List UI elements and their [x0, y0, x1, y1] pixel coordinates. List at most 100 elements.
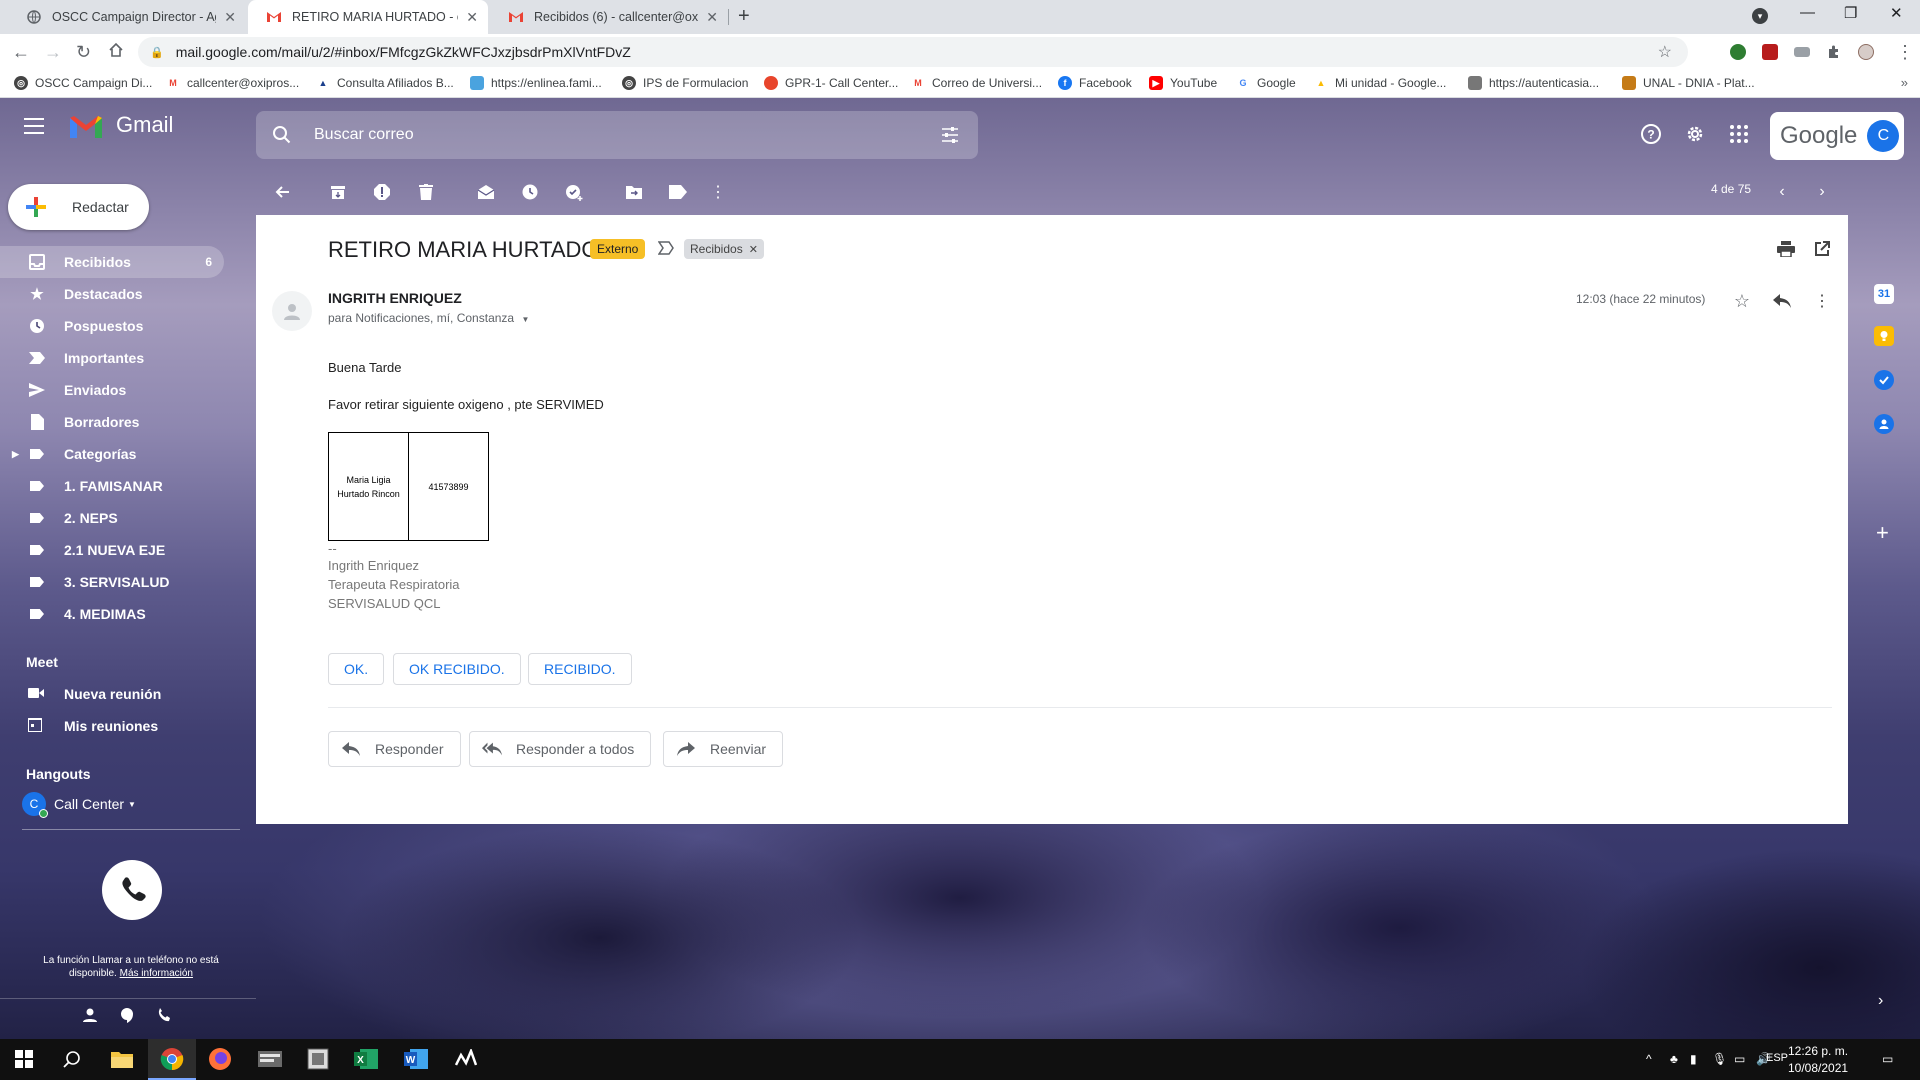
meet-new-meeting[interactable]: Nueva reunión [0, 680, 161, 708]
search-icon[interactable] [60, 1047, 84, 1071]
forward-button[interactable]: → [44, 42, 62, 63]
settings-gear-icon[interactable] [1684, 123, 1706, 145]
bookmark-star-icon[interactable]: ☆ [1658, 42, 1672, 62]
sender-avatar[interactable] [272, 291, 312, 331]
reply-button[interactable]: Responder [328, 731, 461, 767]
archive-icon[interactable] [328, 182, 348, 202]
smart-reply-ok-recibido[interactable]: OK RECIBIDO. [393, 653, 521, 685]
browser-tab-recibidos[interactable]: Recibidos (6) - callcenter@oxipro ✕ [490, 0, 728, 34]
smart-reply-recibido[interactable]: RECIBIDO. [528, 653, 632, 685]
inbox-label-chip[interactable]: Recibidos ✕ [684, 239, 764, 259]
reply-icon[interactable] [1772, 291, 1792, 311]
nav-inbox[interactable]: Recibidos 6 [0, 246, 224, 278]
search-options-icon[interactable] [940, 125, 960, 145]
close-icon[interactable]: ✕ [466, 9, 478, 26]
main-menu-icon[interactable] [24, 118, 44, 134]
smart-reply-ok[interactable]: OK. [328, 653, 385, 685]
sender-name[interactable]: INGRITH ENRIQUEZ [328, 290, 462, 306]
expand-panel-icon[interactable]: › [1878, 992, 1883, 1010]
nav-important[interactable]: Importantes [0, 342, 224, 374]
bookmark[interactable]: UNAL - DNIA - Plat... [1622, 76, 1755, 90]
bookmark[interactable]: ◎ OSCC Campaign Di... [14, 76, 152, 90]
more-actions-icon[interactable]: ⋮ [708, 182, 728, 202]
tasks-icon[interactable] [1874, 370, 1894, 390]
home-button[interactable] [108, 42, 124, 63]
extension-icon[interactable] [1730, 44, 1746, 60]
search-bar[interactable]: Buscar correo [256, 111, 978, 159]
report-spam-icon[interactable] [372, 182, 392, 202]
excel-icon[interactable]: X [354, 1047, 378, 1071]
chevron-down-icon[interactable]: ▼ [521, 315, 529, 324]
more-bookmarks-icon[interactable]: » [1901, 75, 1908, 90]
more-options-icon[interactable]: ⋮ [1812, 291, 1832, 311]
bookmark[interactable]: f Facebook [1058, 76, 1132, 90]
person-icon[interactable] [82, 1007, 98, 1023]
close-window-button[interactable]: ✕ [1890, 4, 1903, 22]
profile-avatar[interactable] [1858, 44, 1874, 60]
back-to-inbox-icon[interactable] [272, 182, 292, 202]
bookmark[interactable]: M Correo de Universi... [911, 76, 1042, 90]
show-hidden-icons[interactable]: ^ [1646, 1052, 1652, 1066]
bookmark[interactable]: G Google [1236, 76, 1295, 90]
tray-app-icon[interactable]: ▮ [1690, 1052, 1697, 1066]
windows-start-icon[interactable] [12, 1047, 36, 1071]
nav-drafts[interactable]: Borradores [0, 406, 224, 438]
restore-button[interactable]: ❐ [1844, 4, 1857, 22]
help-icon[interactable]: ? [1640, 123, 1662, 145]
phone-tab-icon[interactable] [156, 1007, 172, 1023]
tray-app-icon[interactable]: ♣ [1670, 1052, 1678, 1066]
nav-label-medimas[interactable]: 4. MEDIMAS [0, 598, 224, 630]
calendar-icon[interactable]: 31 [1874, 284, 1894, 304]
extension-icon[interactable] [1794, 47, 1810, 57]
app-icon[interactable] [306, 1047, 330, 1071]
more-info-link[interactable]: Más información [120, 968, 193, 979]
microphone-icon[interactable]: 🎙 [1712, 1052, 1727, 1066]
bookmark[interactable]: GPR-1- Call Center... [764, 76, 898, 90]
file-explorer-icon[interactable] [110, 1047, 134, 1071]
expand-caret-icon[interactable]: ▶ [12, 449, 19, 460]
nav-sent[interactable]: Enviados [0, 374, 224, 406]
browser-tab-retiro[interactable]: RETIRO MARIA HURTADO - callcenter ✕ [248, 0, 488, 34]
labels-icon[interactable] [668, 182, 688, 202]
search-input[interactable]: Buscar correo [314, 126, 414, 144]
delete-icon[interactable] [416, 182, 436, 202]
nav-starred[interactable]: ★ Destacados [0, 278, 224, 310]
bookmark[interactable]: ◎ IPS de Formulacion [622, 76, 748, 90]
contacts-icon[interactable] [1874, 414, 1894, 434]
older-chevron-icon[interactable]: › [1812, 182, 1832, 202]
reload-button[interactable]: ↻ [76, 42, 91, 63]
nav-label-nueva-eje[interactable]: 2.1 NUEVA EJE [0, 534, 224, 566]
nav-label-neps[interactable]: 2. NEPS [0, 502, 224, 534]
firefox-icon[interactable] [208, 1047, 232, 1071]
move-to-icon[interactable] [624, 182, 644, 202]
newer-chevron-icon[interactable]: ‹ [1772, 182, 1792, 202]
app-icon[interactable] [454, 1047, 478, 1071]
apps-grid-icon[interactable] [1728, 123, 1750, 145]
bookmark[interactable]: https://enlinea.fami... [470, 76, 602, 90]
chrome-taskbar-icon[interactable] [148, 1039, 196, 1080]
nav-label-famisanar[interactable]: 1. FAMISANAR [0, 470, 224, 502]
word-icon[interactable]: W [404, 1047, 428, 1071]
snooze-clock-icon[interactable] [520, 182, 540, 202]
importance-marker-icon[interactable] [657, 241, 674, 255]
close-icon[interactable]: ✕ [706, 9, 718, 26]
star-icon[interactable]: ☆ [1732, 291, 1752, 311]
hangouts-quote-icon[interactable] [119, 1007, 135, 1023]
keep-icon[interactable] [1874, 326, 1894, 346]
system-clock[interactable]: 12:26 p. m. 10/08/2021 [1788, 1043, 1848, 1077]
bookmark[interactable]: https://autenticasia... [1468, 76, 1599, 90]
add-addon-icon[interactable]: + [1876, 520, 1889, 546]
address-bar[interactable]: 🔒 mail.google.com/mail/u/2/#inbox/FMfcgz… [138, 37, 1688, 67]
meet-my-meetings[interactable]: Mis reuniones [0, 712, 158, 740]
bookmark[interactable]: Mcallcenter@oxipros... [166, 76, 299, 90]
account-switcher[interactable]: Google C [1770, 112, 1904, 160]
remove-label-icon[interactable]: ✕ [749, 243, 758, 256]
bookmark[interactable]: ▲ Mi unidad - Google... [1314, 76, 1447, 90]
recipients-line[interactable]: para Notificaciones, mí, Constanza ▼ [328, 311, 529, 325]
puzzle-icon[interactable] [1826, 44, 1842, 60]
print-icon[interactable] [1776, 239, 1796, 259]
extension-icon[interactable] [1762, 44, 1778, 60]
compose-button[interactable]: Redactar [8, 184, 149, 230]
network-icon[interactable]: ▭ [1734, 1052, 1745, 1066]
nav-label-servisalud[interactable]: 3. SERVISALUD [0, 566, 224, 598]
